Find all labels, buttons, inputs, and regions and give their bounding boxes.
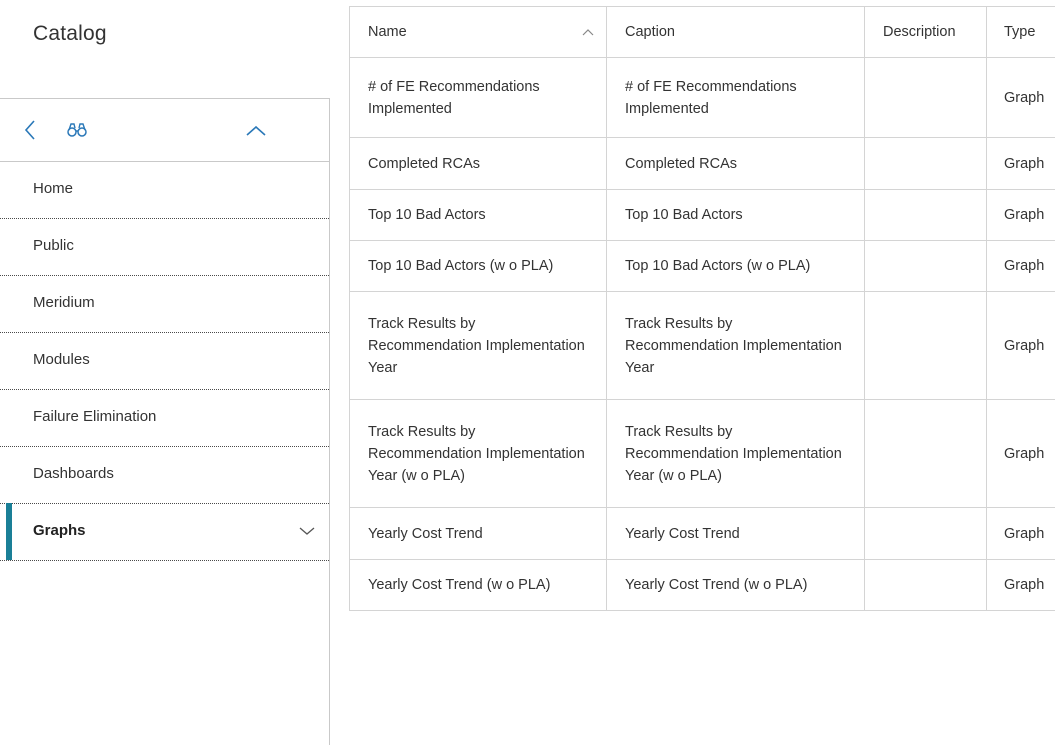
nav-item-label: Home <box>33 180 74 197</box>
cell-caption: Completed RCAs <box>606 137 865 190</box>
sort-ascending-icon[interactable] <box>582 28 594 36</box>
cell-description <box>864 137 987 190</box>
cell-name[interactable]: Yearly Cost Trend (w o PLA) <box>349 559 607 611</box>
cell-name[interactable]: # of FE Recommendations Implemented <box>349 57 607 138</box>
table-row[interactable]: Completed RCAs Completed RCAs Graph <box>349 137 1055 190</box>
cell-type: Graph <box>986 399 1055 508</box>
sidebar-toolbar <box>0 99 329 162</box>
cell-description <box>864 291 987 400</box>
nav-item-dashboards[interactable]: Dashboards <box>0 447 329 504</box>
cell-caption: Track Results by Recommendation Implemen… <box>606 291 865 400</box>
cell-caption: # of FE Recommendations Implemented <box>606 57 865 138</box>
cell-description <box>864 507 987 560</box>
nav-item-label: Graphs <box>33 522 86 539</box>
cell-name[interactable]: Track Results by Recommendation Implemen… <box>349 399 607 508</box>
catalog-nav: Home Public Meridium Modules Failure Eli… <box>0 162 329 561</box>
cell-caption: Track Results by Recommendation Implemen… <box>606 399 865 508</box>
nav-item-public[interactable]: Public <box>0 219 329 276</box>
nav-item-label: Public <box>33 237 74 254</box>
results-grid: Name Caption Description Type # of FE Re… <box>349 6 1055 611</box>
page-title: Catalog <box>33 22 107 45</box>
cell-name[interactable]: Top 10 Bad Actors (w o PLA) <box>349 240 607 292</box>
catalog-sidebar: Home Public Meridium Modules Failure Eli… <box>0 98 330 745</box>
back-button[interactable] <box>18 117 44 143</box>
catalog-table: Name Caption Description Type # of FE Re… <box>349 6 1055 611</box>
binoculars-icon <box>67 123 87 137</box>
cell-type: Graph <box>986 57 1055 138</box>
cell-name[interactable]: Track Results by Recommendation Implemen… <box>349 291 607 400</box>
cell-name[interactable]: Completed RCAs <box>349 137 607 190</box>
table-row[interactable]: # of FE Recommendations Implemented # of… <box>349 57 1055 138</box>
chevron-down-icon[interactable] <box>299 526 315 536</box>
column-header-type[interactable]: Type <box>986 6 1055 58</box>
search-button[interactable] <box>65 117 91 143</box>
cell-type: Graph <box>986 291 1055 400</box>
table-row[interactable]: Yearly Cost Trend (w o PLA) Yearly Cost … <box>349 559 1055 611</box>
chevron-left-icon <box>24 120 35 140</box>
catalog-app: Catalog Home Public Meridium Modules Fai… <box>0 0 1055 745</box>
cell-description <box>864 399 987 508</box>
table-row[interactable]: Yearly Cost Trend Yearly Cost Trend Grap… <box>349 507 1055 560</box>
table-row[interactable]: Track Results by Recommendation Implemen… <box>349 291 1055 400</box>
column-header-caption[interactable]: Caption <box>606 6 865 58</box>
nav-item-label: Modules <box>33 351 90 368</box>
nav-item-meridium[interactable]: Meridium <box>0 276 329 333</box>
table-row[interactable]: Top 10 Bad Actors (w o PLA) Top 10 Bad A… <box>349 240 1055 292</box>
cell-type: Graph <box>986 559 1055 611</box>
cell-description <box>864 559 987 611</box>
nav-item-label: Failure Elimination <box>33 408 157 425</box>
cell-type: Graph <box>986 137 1055 190</box>
cell-caption: Yearly Cost Trend (w o PLA) <box>606 559 865 611</box>
cell-type: Graph <box>986 240 1055 292</box>
column-header-label: Caption <box>625 24 675 40</box>
table-header-row: Name Caption Description Type <box>349 6 1055 58</box>
column-header-name[interactable]: Name <box>349 6 607 58</box>
cell-description <box>864 189 987 241</box>
cell-description <box>864 240 987 292</box>
collapse-button[interactable] <box>243 117 269 143</box>
cell-caption: Top 10 Bad Actors (w o PLA) <box>606 240 865 292</box>
nav-item-graphs[interactable]: Graphs <box>0 503 329 561</box>
table-row[interactable]: Track Results by Recommendation Implemen… <box>349 399 1055 508</box>
cell-type: Graph <box>986 189 1055 241</box>
cell-caption: Top 10 Bad Actors <box>606 189 865 241</box>
nav-item-modules[interactable]: Modules <box>0 333 329 390</box>
column-header-label: Description <box>883 24 956 40</box>
table-row[interactable]: Top 10 Bad Actors Top 10 Bad Actors Grap… <box>349 189 1055 241</box>
chevron-up-icon <box>246 125 266 136</box>
cell-caption: Yearly Cost Trend <box>606 507 865 560</box>
column-header-label: Type <box>1004 24 1036 40</box>
nav-item-label: Dashboards <box>33 465 114 482</box>
nav-item-label: Meridium <box>33 294 95 311</box>
nav-item-home[interactable]: Home <box>0 162 329 219</box>
column-header-label: Name <box>368 24 407 40</box>
column-header-description[interactable]: Description <box>864 6 987 58</box>
cell-type: Graph <box>986 507 1055 560</box>
nav-item-failure-elimination[interactable]: Failure Elimination <box>0 390 329 447</box>
cell-name[interactable]: Yearly Cost Trend <box>349 507 607 560</box>
cell-description <box>864 57 987 138</box>
cell-name[interactable]: Top 10 Bad Actors <box>349 189 607 241</box>
